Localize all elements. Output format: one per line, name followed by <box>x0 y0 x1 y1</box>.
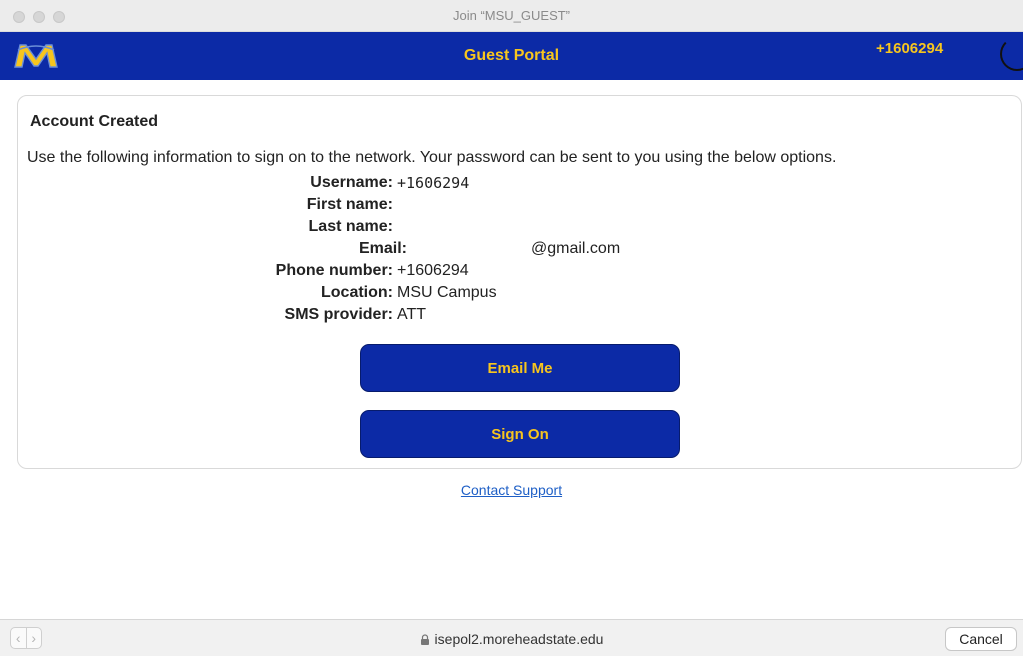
portal-header: Guest Portal +1606294 <box>0 32 1023 80</box>
field-row-email: Email: @gmail.com <box>35 240 1023 262</box>
field-value: MSU Campus <box>397 284 497 301</box>
card-description: Use the following information to sign on… <box>27 149 837 166</box>
loading-spinner-icon <box>1000 37 1023 71</box>
url-text: isepol2.moreheadstate.edu <box>434 631 604 647</box>
cancel-button[interactable]: Cancel <box>945 627 1017 651</box>
field-label: SMS provider: <box>284 306 393 323</box>
field-row-sms-provider: SMS provider: ATT <box>35 306 1023 328</box>
support-footer: Contact Support <box>0 482 1023 498</box>
field-value: +1606294 <box>397 174 470 192</box>
portal-title: Guest Portal <box>463 47 560 64</box>
field-row-last-name: Last name: <box>35 218 1023 240</box>
field-row-phone: Phone number: +1606294 <box>35 262 1023 284</box>
email-me-button[interactable]: Email Me <box>360 344 680 392</box>
card-title: Account Created <box>30 113 159 130</box>
bottom-bar: ‹ › isepol2.moreheadstate.edu Cancel <box>0 619 1023 656</box>
field-label: Username: <box>310 174 393 191</box>
field-label: Location: <box>321 284 393 301</box>
contact-support-link[interactable]: Contact Support <box>461 482 562 498</box>
window-titlebar: Join “MSU_GUEST” <box>0 0 1023 32</box>
field-row-location: Location: MSU Campus <box>35 284 1023 306</box>
url-display: isepol2.moreheadstate.edu <box>0 631 1023 647</box>
sign-on-button[interactable]: Sign On <box>360 410 680 458</box>
field-label: Last name: <box>308 218 393 235</box>
field-row-username: Username: +1606294 <box>35 174 1023 196</box>
field-label: Email: <box>358 240 407 257</box>
field-value: @gmail.com <box>531 240 621 257</box>
field-label: Phone number: <box>275 262 393 279</box>
field-row-first-name: First name: <box>35 196 1023 218</box>
window-title: Join “MSU_GUEST” <box>452 8 571 23</box>
field-label: First name: <box>306 196 393 213</box>
header-username: +1606294 <box>876 40 944 57</box>
lock-icon <box>420 634 429 645</box>
field-value: +1606294 <box>397 262 469 279</box>
field-value: ATT <box>397 306 427 323</box>
account-card: Account Created Use the following inform… <box>17 95 1022 469</box>
